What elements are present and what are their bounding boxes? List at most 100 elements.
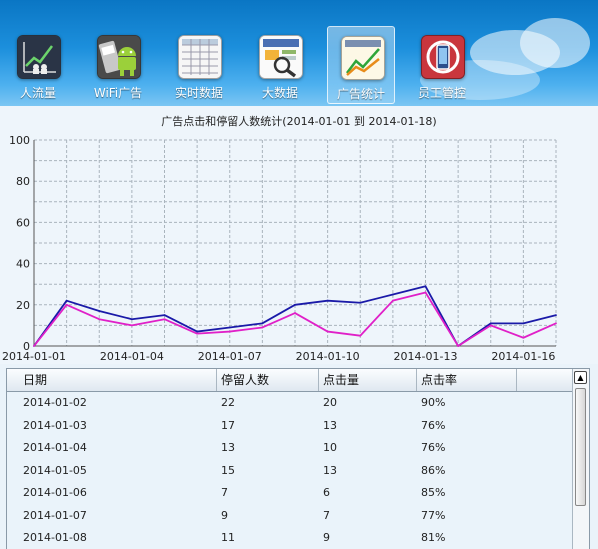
data-point xyxy=(359,334,362,337)
data-point xyxy=(65,299,68,302)
data-point xyxy=(163,314,166,316)
toolbar-button-realtime-data[interactable]: 实时数据 xyxy=(165,26,233,104)
cell-date: 2014-01-04 xyxy=(23,441,87,454)
cell-clicks: 6 xyxy=(323,486,330,499)
vertical-scrollbar[interactable]: ▲ xyxy=(572,369,589,549)
cell-stay-count: 22 xyxy=(221,396,235,409)
toolbar-button-wifi-ad[interactable]: WiFi广告 xyxy=(84,26,152,104)
toolbar-label: 员工管控 xyxy=(417,86,466,100)
scroll-up-arrow-icon[interactable]: ▲ xyxy=(574,371,587,384)
data-point xyxy=(489,322,492,325)
table-body: 2014-01-02 22 20 90% 2014-01-03 17 13 76% 2014-0… xyxy=(7,392,573,549)
toolbar-button-ad-stats[interactable]: 广告统计 xyxy=(327,26,395,104)
data-point xyxy=(98,310,101,312)
cell-clicks: 9 xyxy=(323,531,330,544)
data-point xyxy=(555,314,557,316)
cell-stay-count: 11 xyxy=(221,531,235,544)
data-point xyxy=(130,324,133,327)
table-row[interactable]: 2014-01-02 22 20 90% xyxy=(7,392,573,415)
y-tick-label: 20 xyxy=(16,299,30,312)
top-toolbar: 人流量 WiFi广告 实时数据 大数据 广告统计 员工管控 xyxy=(0,0,598,106)
toolbar-button-big-data[interactable]: 大数据 xyxy=(246,26,314,104)
magnifier-report-icon xyxy=(259,35,303,79)
data-point xyxy=(130,318,133,321)
cell-click-rate: 86% xyxy=(421,463,446,477)
cell-stay-count: 9 xyxy=(221,508,228,522)
cell-click-rate: 77% xyxy=(421,508,446,522)
data-point xyxy=(391,293,394,296)
data-point xyxy=(228,326,231,329)
table-row[interactable]: 2014-01-05 15 13 86% xyxy=(7,460,573,483)
data-point xyxy=(65,303,68,306)
x-tick-label: 2014-01-10 xyxy=(296,350,360,363)
cell-clicks: 13 xyxy=(323,463,337,477)
toolbar-button-staff-control[interactable]: 员工管控 xyxy=(408,26,476,104)
toolbar-label: 实时数据 xyxy=(174,86,223,100)
data-point xyxy=(196,330,199,333)
data-point xyxy=(555,322,557,325)
data-point xyxy=(33,345,35,347)
column-header-date[interactable]: 日期 xyxy=(19,369,217,391)
y-tick-label: 40 xyxy=(16,258,30,271)
cell-click-rate: 76% xyxy=(421,418,446,432)
data-point xyxy=(359,301,362,304)
x-tick-label: 2014-01-01 xyxy=(2,350,66,363)
data-point xyxy=(489,324,492,327)
data-point xyxy=(294,303,296,306)
chart-title: 广告点击和停留人数统计(2014-01-01 到 2014-01-18) xyxy=(161,115,437,128)
people-flow-chart-icon xyxy=(17,35,61,79)
toolbar-label: WiFi广告 xyxy=(93,86,143,100)
data-point xyxy=(98,318,101,321)
cell-date: 2014-01-02 xyxy=(23,396,87,409)
cell-date: 2014-01-06 xyxy=(23,486,87,499)
cell-stay-count: 13 xyxy=(221,441,235,454)
cell-date: 2014-01-05 xyxy=(23,463,87,477)
data-point xyxy=(163,318,166,321)
scrollbar-thumb[interactable] xyxy=(575,388,586,506)
y-tick-label: 100 xyxy=(9,134,30,147)
data-point xyxy=(522,336,525,339)
data-point xyxy=(261,326,264,329)
data-point xyxy=(391,299,394,302)
toolbar-button-people-flow[interactable]: 人流量 xyxy=(4,26,72,104)
line-chart-icon xyxy=(341,36,385,80)
android-wifi-ad-icon xyxy=(97,35,141,79)
column-header-clicks[interactable]: 点击量 xyxy=(319,369,417,391)
data-point xyxy=(326,299,329,302)
data-point xyxy=(326,330,329,333)
table-row[interactable]: 2014-01-06 7 6 85% xyxy=(7,482,573,505)
data-point xyxy=(294,312,296,314)
data-point xyxy=(522,322,525,325)
data-point xyxy=(424,285,427,288)
x-tick-label: 2014-01-04 xyxy=(100,350,164,363)
spreadsheet-icon xyxy=(178,35,222,79)
table-row[interactable]: 2014-01-03 17 13 76% xyxy=(7,415,573,438)
cell-click-rate: 85% xyxy=(421,486,446,499)
column-header-click-rate[interactable]: 点击率 xyxy=(417,369,517,391)
cell-clicks: 20 xyxy=(323,396,337,409)
toolbar-label: 人流量 xyxy=(19,86,56,100)
data-point xyxy=(424,291,427,294)
data-point xyxy=(457,345,460,347)
cell-click-rate: 76% xyxy=(421,441,446,454)
table-row[interactable]: 2014-01-04 13 10 76% xyxy=(7,437,573,460)
column-header-stay-count[interactable]: 停留人数 xyxy=(217,369,319,391)
data-point xyxy=(261,322,264,325)
ad-stats-chart: 0 20 40 60 80 100 2014-01-01 2014-01-04 2014-01-… xyxy=(0,106,598,364)
cell-date: 2014-01-03 xyxy=(23,418,87,432)
cell-clicks: 13 xyxy=(323,418,337,432)
stats-table: 日期 停留人数 点击量 点击率 2014-01-02 22 20 90% 2014-01… xyxy=(6,368,590,549)
table-header: 日期 停留人数 点击量 点击率 xyxy=(7,369,573,392)
cell-click-rate: 81% xyxy=(421,531,446,544)
cell-click-rate: 90% xyxy=(421,396,446,409)
x-tick-label: 2014-01-13 xyxy=(394,350,458,363)
table-row[interactable]: 2014-01-08 11 9 81% xyxy=(7,527,573,549)
cell-date: 2014-01-07 xyxy=(23,508,87,522)
cell-clicks: 10 xyxy=(323,441,337,454)
data-point xyxy=(196,332,199,335)
cell-stay-count: 17 xyxy=(221,418,235,432)
cell-clicks: 7 xyxy=(323,508,330,522)
cell-date: 2014-01-08 xyxy=(23,531,87,544)
table-row[interactable]: 2014-01-07 9 7 77% xyxy=(7,505,573,528)
x-tick-label: 2014-01-07 xyxy=(198,350,262,363)
